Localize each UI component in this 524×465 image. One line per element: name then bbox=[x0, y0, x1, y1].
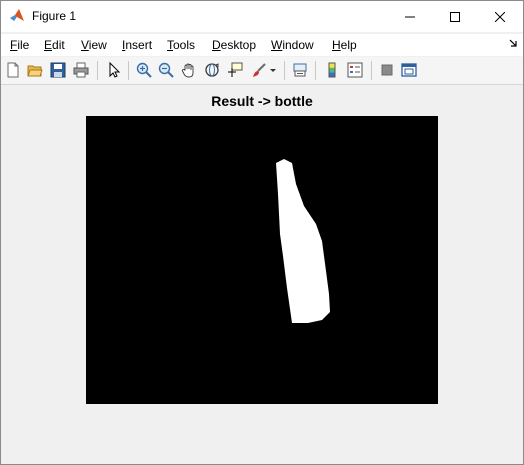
data-cursor-icon bbox=[228, 62, 243, 77]
menu-insert[interactable]: Insert bbox=[122, 38, 152, 52]
zoom-in-icon bbox=[136, 62, 152, 78]
chevron-down-icon bbox=[270, 69, 276, 72]
menu-help[interactable]: Help bbox=[332, 38, 357, 52]
rotate-3d-icon bbox=[205, 63, 219, 77]
minimize-icon bbox=[405, 16, 415, 17]
menu-window[interactable]: Window bbox=[271, 38, 314, 52]
hand-icon bbox=[181, 63, 194, 78]
zoom-out-button[interactable] bbox=[157, 61, 175, 79]
menu-bar: File Edit View Insert Tools Desktop Wind… bbox=[1, 34, 523, 56]
close-button[interactable] bbox=[477, 1, 523, 32]
maximize-button[interactable] bbox=[432, 1, 478, 32]
data-cursor-button[interactable] bbox=[226, 61, 244, 79]
rotate-3d-button[interactable] bbox=[203, 61, 221, 79]
show-plot-tools-button[interactable] bbox=[400, 61, 418, 79]
result-image bbox=[86, 116, 438, 404]
menu-desktop[interactable]: Desktop bbox=[212, 38, 256, 52]
hide-plot-tools-icon bbox=[381, 64, 393, 76]
printer-icon bbox=[73, 62, 89, 78]
toolbar-separator bbox=[284, 61, 285, 80]
toolbar-separator bbox=[97, 61, 98, 80]
show-plot-tools-icon bbox=[401, 63, 417, 77]
matlab-logo-icon bbox=[10, 9, 24, 21]
insert-colorbar-button[interactable] bbox=[323, 61, 341, 79]
link-plot-icon bbox=[293, 63, 307, 77]
window-title: Figure 1 bbox=[32, 9, 77, 23]
legend-icon bbox=[347, 62, 363, 78]
toolbar-separator bbox=[371, 61, 372, 80]
close-icon bbox=[495, 11, 505, 22]
new-file-icon bbox=[7, 62, 19, 78]
link-plot-button[interactable] bbox=[291, 61, 309, 79]
new-figure-button[interactable] bbox=[4, 61, 22, 79]
folder-icon bbox=[27, 65, 43, 77]
figure-canvas: Result -> bottle bbox=[1, 85, 523, 464]
maximize-icon bbox=[450, 11, 460, 22]
save-icon bbox=[50, 62, 66, 78]
brush-button[interactable] bbox=[250, 61, 268, 79]
menu-view[interactable]: View bbox=[81, 38, 107, 52]
minimize-button[interactable] bbox=[387, 1, 433, 32]
pan-button[interactable] bbox=[180, 61, 198, 79]
insert-legend-button[interactable] bbox=[346, 61, 364, 79]
menu-edit[interactable]: Edit bbox=[44, 38, 65, 52]
colorbar-icon bbox=[328, 62, 336, 78]
open-file-button[interactable] bbox=[26, 61, 44, 79]
save-button[interactable] bbox=[49, 61, 67, 79]
edit-plot-button[interactable] bbox=[105, 61, 123, 79]
image-axes bbox=[86, 116, 438, 404]
figure-window: Figure 1 File Edit View Insert Tools Des… bbox=[0, 0, 524, 465]
dock-arrow-icon[interactable] bbox=[509, 39, 517, 47]
axes-title: Result -> bottle bbox=[211, 93, 313, 109]
zoom-in-button[interactable] bbox=[135, 61, 153, 79]
hide-plot-tools-button[interactable] bbox=[378, 61, 396, 79]
brush-icon bbox=[253, 63, 266, 77]
toolbar-separator bbox=[315, 61, 316, 80]
menu-tools[interactable]: Tools bbox=[167, 38, 195, 52]
print-button[interactable] bbox=[72, 61, 90, 79]
title-bar: Figure 1 bbox=[1, 1, 523, 32]
image-background bbox=[86, 116, 438, 404]
brush-dropdown-button[interactable] bbox=[268, 61, 278, 79]
figure-toolbar bbox=[1, 57, 523, 85]
pointer-arrow-icon bbox=[109, 62, 121, 78]
menu-file[interactable]: File bbox=[10, 38, 29, 52]
toolbar-separator bbox=[128, 61, 129, 80]
zoom-out-icon bbox=[158, 62, 174, 78]
